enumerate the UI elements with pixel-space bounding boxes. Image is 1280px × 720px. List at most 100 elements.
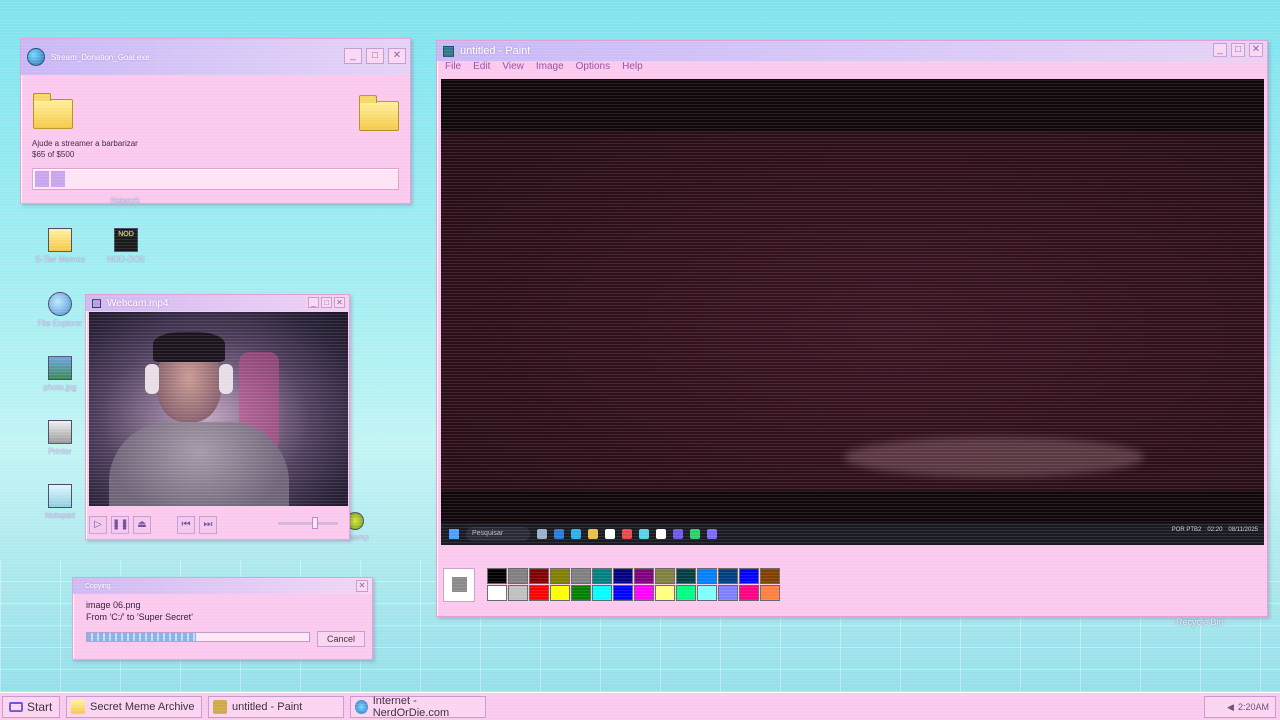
color-swatch[interactable] (592, 568, 612, 584)
copying-titlebar[interactable]: Copying... ✕ (73, 578, 372, 594)
taskbar-item-paint[interactable]: untitled - Paint (208, 695, 344, 718)
paint-app-icon (443, 45, 454, 57)
icon-label: Notepad (44, 511, 76, 520)
start-button[interactable]: Start (2, 695, 60, 718)
globe-icon (355, 699, 368, 714)
close-button[interactable]: ✕ (356, 580, 368, 592)
folder-icon (71, 699, 85, 714)
play-icon[interactable]: ▷ (89, 516, 107, 534)
color-swatch[interactable] (760, 585, 780, 601)
donation-title: Stream_Donation_Goal.exe (51, 52, 150, 62)
start-label: Start (27, 699, 53, 714)
menu-help[interactable]: Help (622, 61, 651, 77)
start-logo-icon (9, 701, 23, 712)
desktop-icon-printer[interactable]: Printer (28, 420, 92, 456)
color-swatch[interactable] (613, 585, 633, 601)
pause-icon[interactable]: ❚❚ (111, 516, 129, 534)
folder-icon (33, 93, 73, 129)
eject-icon[interactable]: ⏏ (133, 516, 151, 534)
slider-handle[interactable] (312, 517, 318, 529)
menu-view[interactable]: View (502, 61, 532, 77)
color-swatch[interactable] (760, 568, 780, 584)
globe-icon (27, 48, 45, 66)
next-icon[interactable]: ⏭ (199, 516, 217, 534)
color-swatch[interactable] (634, 568, 654, 584)
desktop-icon-notepad[interactable]: Notepad (28, 484, 92, 520)
icon-label: photo.jpg (43, 383, 77, 392)
paint-canvas[interactable] (441, 79, 1264, 545)
obs-icon (707, 529, 717, 539)
desktop-icon-nod-dos[interactable]: NOD NOD-DOS (94, 228, 158, 264)
menu-edit[interactable]: Edit (473, 61, 498, 77)
color-swatch[interactable] (487, 585, 507, 601)
desktop-icon-s-tier-memes[interactable]: S-Tier Memes (28, 228, 92, 264)
color-swatch[interactable] (550, 568, 570, 584)
minimize-button[interactable]: _ (308, 297, 319, 308)
folder-icon (588, 529, 598, 539)
webcam-title: Webcam.mp4 (107, 297, 169, 309)
close-button[interactable]: ✕ (1249, 43, 1263, 57)
icon-label: File Explorer (37, 319, 83, 328)
previous-icon[interactable]: ⏮ (177, 516, 195, 534)
color-swatch[interactable] (529, 568, 549, 584)
maximize-button[interactable]: □ (366, 48, 384, 64)
close-button[interactable]: ✕ (334, 297, 345, 308)
color-swatch[interactable] (697, 585, 717, 601)
cancel-button[interactable]: Cancel (317, 631, 365, 647)
minimize-button[interactable]: _ (1213, 43, 1227, 57)
recycle-bin-label[interactable]: Recycle Bin (1176, 617, 1224, 627)
captured-tray: POR PTB2 02:20 08/11/2025 (1172, 527, 1258, 533)
donation-window: Stream_Donation_Goal.exe _ □ ✕ Ajude a s… (20, 38, 411, 204)
desktop-icon-network[interactable]: Network (93, 196, 157, 205)
copy-progress-bar (86, 632, 310, 642)
minimize-button[interactable]: _ (344, 48, 362, 64)
maximize-button[interactable]: □ (321, 297, 332, 308)
color-swatch[interactable] (739, 585, 759, 601)
color-swatch[interactable] (487, 568, 507, 584)
taskbar-item-secret-meme-archive[interactable]: Secret Meme Archive (66, 695, 202, 718)
color-swatch[interactable] (550, 585, 570, 601)
color-swatch[interactable] (508, 585, 528, 601)
color-swatch[interactable] (718, 568, 738, 584)
icon-label: Printer (48, 447, 72, 456)
menu-file[interactable]: File (445, 61, 469, 77)
color-swatch[interactable] (655, 585, 675, 601)
maximize-button[interactable]: □ (1231, 43, 1245, 57)
menu-image[interactable]: Image (536, 61, 572, 77)
current-color[interactable] (443, 568, 475, 602)
magnifier-icon (48, 292, 72, 316)
desktop-icon-file-explorer[interactable]: File Explorer (28, 292, 92, 328)
color-swatch[interactable] (676, 568, 696, 584)
copy-file-name: image 06.png (86, 600, 141, 610)
headphone-left (145, 364, 159, 394)
icon-label: NOD-DOS (107, 255, 145, 264)
donation-titlebar[interactable]: Stream_Donation_Goal.exe _ □ ✕ (21, 39, 410, 75)
color-swatch[interactable] (571, 568, 591, 584)
color-swatch[interactable] (529, 585, 549, 601)
color-swatch[interactable] (613, 568, 633, 584)
volume-slider[interactable] (278, 517, 338, 529)
desktop-icon-photo[interactable]: photo.jpg (28, 356, 92, 392)
taskbar-item-label: untitled - Paint (232, 700, 303, 713)
webcam-titlebar[interactable]: Webcam.mp4 _ □ ✕ (86, 295, 349, 311)
paint-titlebar[interactable]: untitled - Paint _ □ ✕ (437, 41, 1267, 61)
taskbar-item-internet[interactable]: Internet - NerdOrDie.com (350, 695, 486, 719)
color-swatch[interactable] (718, 585, 738, 601)
color-swatch[interactable] (676, 585, 696, 601)
open-folder-icon (359, 95, 399, 131)
media-icon (92, 298, 101, 308)
color-swatch[interactable] (508, 568, 528, 584)
color-swatch[interactable] (592, 585, 612, 601)
screen-capture (441, 131, 1264, 491)
color-swatch[interactable] (655, 568, 675, 584)
donation-amount: $65 of $500 (32, 150, 75, 159)
close-button[interactable]: ✕ (388, 48, 406, 64)
store-icon (571, 529, 581, 539)
color-swatch[interactable] (697, 568, 717, 584)
speaker-icon[interactable]: ◀ (1227, 702, 1234, 713)
menu-options[interactable]: Options (576, 61, 618, 77)
color-swatch[interactable] (571, 585, 591, 601)
icon-label: S-Tier Memes (35, 255, 85, 264)
color-swatch[interactable] (634, 585, 654, 601)
color-swatch[interactable] (739, 568, 759, 584)
